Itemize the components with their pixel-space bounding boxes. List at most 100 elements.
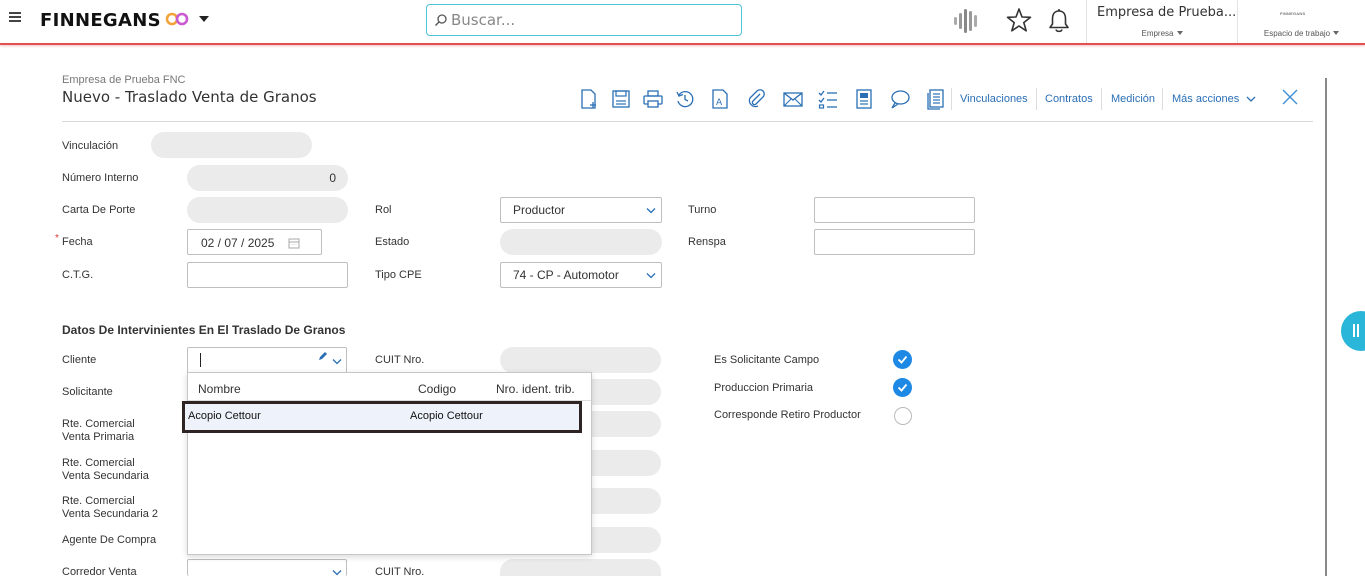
cliente-label: Cliente — [62, 354, 97, 366]
toolbar-separator — [1101, 88, 1102, 110]
breadcrumb: Empresa de Prueba FNC — [62, 74, 186, 86]
renspa-input[interactable] — [814, 229, 975, 255]
rol-select[interactable]: Productor — [500, 197, 662, 223]
favorite-star-icon[interactable] — [1006, 7, 1032, 33]
toolbar-separator — [951, 88, 952, 110]
calendar-icon[interactable] — [288, 237, 300, 249]
retiro-productor-checkbox[interactable] — [894, 407, 912, 425]
section-title-intervinientes: Datos De Intervinientes En El Traslado D… — [62, 323, 346, 337]
top-bar: FINNEGANS Empresa de Prueba... Empresa F… — [0, 0, 1365, 43]
attachment-icon[interactable] — [745, 88, 767, 110]
carta-porte-label: Carta De Porte — [62, 204, 136, 216]
vinculaciones-link[interactable]: Vinculaciones — [960, 93, 1028, 105]
chevron-down-icon — [1246, 96, 1256, 102]
workspace-logo: FINNEGANS — [1280, 11, 1306, 16]
brand-caret-icon[interactable] — [199, 16, 209, 22]
toolbar-separator — [1036, 88, 1037, 110]
infinity-logo-icon — [165, 12, 189, 26]
estado-field — [500, 229, 662, 255]
column-header-nombre: Nombre — [198, 382, 241, 396]
close-icon[interactable] — [1281, 88, 1299, 106]
rte-secundaria-label-line2: Venta Secundaria — [62, 470, 149, 482]
rte-primaria-label: Rte. Comercial Venta Primaria — [62, 418, 135, 444]
cliente-dropdown-list: Nombre Codigo Nro. ident. trib. Acopio C… — [182, 372, 592, 555]
corredor-venta-label: Corredor Venta — [62, 566, 137, 576]
search-input[interactable] — [451, 5, 737, 35]
check-icon — [897, 355, 908, 364]
produccion-primaria-checkbox[interactable] — [893, 378, 912, 397]
chevron-down-icon[interactable] — [332, 569, 342, 576]
corredor-venta-input[interactable] — [187, 559, 347, 576]
cuit-field — [500, 559, 661, 576]
save-icon[interactable] — [610, 88, 632, 110]
list-item-codigo: Acopio Cettour — [410, 410, 483, 422]
list-item-nombre: Acopio Cettour — [188, 410, 261, 422]
turno-input[interactable] — [814, 197, 975, 223]
cuit-field — [500, 347, 661, 373]
rte-secundaria-label-line1: Rte. Comercial — [62, 457, 135, 469]
estado-label: Estado — [375, 236, 410, 248]
numero-interno-label: Número Interno — [62, 172, 139, 184]
tipo-cpe-value: 74 - CP - Automotor — [513, 268, 619, 282]
search-box[interactable] — [426, 4, 742, 36]
rte-primaria-label-line2: Venta Primaria — [62, 431, 135, 443]
chevron-down-icon — [1176, 31, 1183, 35]
text-cursor — [200, 353, 201, 367]
ctg-input[interactable] — [187, 262, 348, 288]
company-selector[interactable]: Empresa de Prueba... Empresa — [1086, 0, 1238, 43]
workspace-label: Espacio de trabajo — [1238, 29, 1365, 38]
side-panel-toggle[interactable] — [1341, 311, 1365, 351]
more-actions-link[interactable]: Más acciones — [1172, 93, 1256, 105]
chevron-down-icon[interactable] — [332, 358, 342, 365]
more-actions-label: Más acciones — [1172, 93, 1240, 105]
list-item[interactable]: Acopio Cettour Acopio Cettour — [182, 401, 582, 433]
menu-icon[interactable] — [9, 12, 21, 22]
medicion-link[interactable]: Medición — [1111, 93, 1155, 105]
rte-secundaria2-label-line1: Rte. Comercial — [62, 495, 135, 507]
rol-label: Rol — [375, 204, 392, 216]
rte-primaria-label-line1: Rte. Comercial — [62, 418, 135, 430]
email-icon[interactable] — [782, 88, 804, 110]
edit-pencil-icon[interactable] — [318, 351, 328, 361]
brand-logo[interactable]: FINNEGANS — [40, 10, 161, 31]
retiro-productor-label: Corresponde Retiro Productor — [714, 409, 861, 421]
chevron-down-icon — [1333, 31, 1340, 35]
tipo-cpe-select[interactable]: 74 - CP - Automotor — [500, 262, 662, 288]
scrollbar[interactable] — [1325, 78, 1327, 576]
tipo-cpe-label: Tipo CPE — [375, 269, 422, 281]
dropdown-header: Nombre Codigo Nro. ident. trib. — [188, 373, 591, 401]
text-document-icon[interactable]: A — [709, 88, 731, 110]
fecha-input[interactable]: 02 / 07 / 2025 — [187, 229, 322, 255]
es-solicitante-campo-label: Es Solicitante Campo — [714, 354, 820, 366]
contratos-link[interactable]: Contratos — [1045, 93, 1093, 105]
comment-icon[interactable] — [889, 88, 911, 110]
chevron-down-icon — [646, 273, 656, 279]
column-header-codigo: Codigo — [418, 382, 457, 396]
es-solicitante-campo-checkbox[interactable] — [893, 350, 912, 369]
notifications-bell-icon[interactable] — [1048, 8, 1070, 34]
produccion-primaria-label: Produccion Primaria — [714, 382, 814, 394]
cliente-input[interactable] — [187, 347, 347, 373]
carta-porte-field — [187, 197, 348, 223]
print-icon[interactable] — [642, 88, 664, 110]
numero-interno-field: 0 — [187, 165, 348, 191]
topbar-accent-line — [0, 43, 1365, 45]
report-icon[interactable] — [853, 88, 875, 110]
vinculacion-label: Vinculación — [62, 140, 119, 152]
cuit-label: CUIT Nro. — [375, 566, 425, 576]
check-icon — [897, 383, 908, 392]
renspa-label: Renspa — [688, 236, 726, 248]
column-header-nro-ident: Nro. ident. trib. — [496, 382, 575, 396]
rte-secundaria-label: Rte. Comercial Venta Secundaria — [62, 457, 149, 483]
cuit-label: CUIT Nro. — [375, 354, 425, 366]
solicitante-label: Solicitante — [62, 386, 113, 398]
workspace-selector[interactable]: FINNEGANS Espacio de trabajo — [1238, 0, 1365, 43]
history-icon[interactable] — [674, 88, 696, 110]
company-label: Empresa — [1087, 29, 1237, 38]
notes-icon[interactable] — [925, 88, 947, 110]
assistant-voice-icon[interactable] — [952, 6, 982, 36]
chevron-down-icon — [646, 208, 656, 214]
checklist-icon[interactable] — [817, 88, 839, 110]
fecha-label: Fecha — [62, 236, 93, 248]
new-document-icon[interactable] — [578, 88, 600, 110]
